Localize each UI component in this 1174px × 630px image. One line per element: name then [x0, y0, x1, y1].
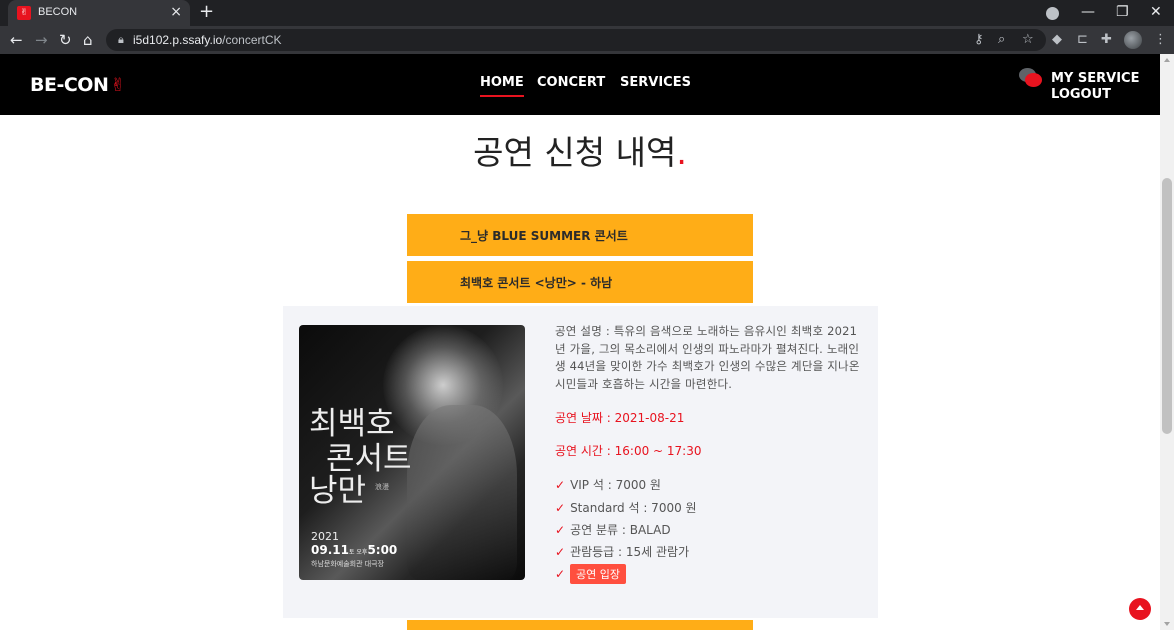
- concert-time: 공연 시간 : 16:00 ~ 17:30: [555, 444, 702, 458]
- site-logo[interactable]: BE-CON ✌: [30, 74, 125, 96]
- logout-link[interactable]: LOGOUT: [1051, 87, 1111, 102]
- site-header: BE-CON ✌ HOME CONCERT SERVICES MY SERVICE…: [0, 54, 1160, 115]
- hand-icon: ✌: [110, 75, 125, 96]
- poster-title-line: 최백호: [309, 406, 395, 442]
- concert-date: 공연 날짜 : 2021-08-21: [555, 411, 685, 425]
- info-item: ✓ 공연 입장: [555, 564, 627, 584]
- nav-home[interactable]: HOME: [480, 75, 524, 97]
- info-item: ✓ 관람등급 : 15세 관람가: [555, 545, 690, 559]
- page-scrollbar[interactable]: [1160, 54, 1174, 630]
- concert-item[interactable]: [407, 620, 753, 630]
- extension-icon[interactable]: ◆: [1052, 32, 1062, 48]
- poster-title-line: 낭만: [309, 473, 367, 509]
- concert-description: 공연 설명 : 특유의 음색으로 노래하는 음유시인 최백호 2021년 가을,…: [555, 324, 860, 391]
- concert-item-label: 그_냥 BLUE SUMMER 콘서트: [460, 229, 628, 243]
- browser-tabbar: ✌ BECON × + — ❐ ✕: [0, 0, 1174, 26]
- reload-icon[interactable]: ↻: [59, 31, 72, 49]
- info-item: ✓ 공연 분류 : BALAD: [555, 523, 671, 537]
- scroll-up-icon[interactable]: [1164, 58, 1170, 62]
- address-bar[interactable]: 🔒︎ i5d102.p.ssafy.io/concertCK ⚷ ⌕ ☆: [106, 29, 1046, 51]
- url-text[interactable]: i5d102.p.ssafy.io/concertCK: [133, 33, 282, 47]
- check-icon: ✓: [555, 501, 566, 515]
- star-icon[interactable]: ☆: [1022, 32, 1034, 48]
- check-icon: ✓: [555, 478, 566, 492]
- hand-icon: ✌: [17, 6, 31, 20]
- home-icon[interactable]: ⌂: [83, 31, 93, 49]
- arrow-up-icon: [1136, 605, 1144, 610]
- page-title: 공연 신청 내역.: [473, 133, 687, 172]
- close-window-icon[interactable]: ✕: [1150, 3, 1162, 21]
- close-icon[interactable]: ×: [170, 4, 182, 20]
- nav-services[interactable]: SERVICES: [620, 75, 691, 90]
- tab-search-icon[interactable]: [1046, 7, 1059, 20]
- check-icon: ✓: [555, 523, 566, 537]
- extension-icon-2[interactable]: ⊏: [1077, 32, 1088, 48]
- concert-item[interactable]: 그_냥 BLUE SUMMER 콘서트: [407, 214, 753, 256]
- key-icon[interactable]: ⚷: [974, 32, 984, 48]
- scroll-top-button[interactable]: [1129, 598, 1151, 620]
- chat-icon: [1019, 68, 1043, 88]
- lock-icon[interactable]: 🔒︎: [118, 33, 124, 47]
- poster-year: 2021: [311, 530, 339, 543]
- scroll-down-icon[interactable]: [1164, 622, 1170, 626]
- info-item: ✓ Standard 석 : 7000 원: [555, 501, 697, 515]
- browser-toolbar: ← → ↻ ⌂ 🔒︎ i5d102.p.ssafy.io/concertCK ⚷…: [0, 26, 1174, 54]
- browser-tab[interactable]: ✌ BECON ×: [8, 0, 190, 26]
- enter-concert-button[interactable]: 공연 입장: [570, 564, 627, 584]
- check-icon: ✓: [555, 567, 566, 581]
- poster-subtitle: 浪漫: [375, 483, 389, 491]
- concert-poster: 최백호 콘서트 낭만 浪漫 2021 09.11토 오후5:00 하남문화예술회…: [299, 325, 525, 580]
- my-service-link[interactable]: MY SERVICE: [1051, 71, 1139, 86]
- new-tab-icon[interactable]: +: [199, 2, 214, 22]
- info-item: ✓ VIP 석 : 7000 원: [555, 478, 661, 492]
- menu-icon[interactable]: ⋮: [1154, 32, 1167, 48]
- page-viewport: BE-CON ✌ HOME CONCERT SERVICES MY SERVICE…: [0, 54, 1160, 630]
- profile-icon[interactable]: [1124, 31, 1142, 49]
- zoom-icon[interactable]: ⌕: [998, 32, 1005, 48]
- scrollbar-thumb[interactable]: [1162, 178, 1172, 434]
- forward-icon[interactable]: →: [35, 31, 48, 49]
- poster-venue: 하남문화예술회관 대극장: [311, 560, 385, 568]
- minimize-icon[interactable]: —: [1081, 3, 1095, 21]
- concert-item-label: 최백호 콘서트 <낭만> - 하남: [460, 276, 613, 290]
- check-icon: ✓: [555, 545, 566, 559]
- back-icon[interactable]: ←: [10, 31, 23, 49]
- nav-concert[interactable]: CONCERT: [537, 75, 605, 90]
- poster-title-line: 콘서트: [326, 441, 412, 477]
- concert-detail-panel: 최백호 콘서트 낭만 浪漫 2021 09.11토 오후5:00 하남문화예술회…: [283, 306, 878, 618]
- concert-item[interactable]: 최백호 콘서트 <낭만> - 하남: [407, 261, 753, 303]
- poster-date: 09.11토 오후5:00: [311, 543, 398, 557]
- tab-title: BECON: [38, 6, 78, 18]
- extensions-puzzle-icon[interactable]: ✚: [1101, 32, 1112, 48]
- restore-icon[interactable]: ❐: [1116, 3, 1129, 21]
